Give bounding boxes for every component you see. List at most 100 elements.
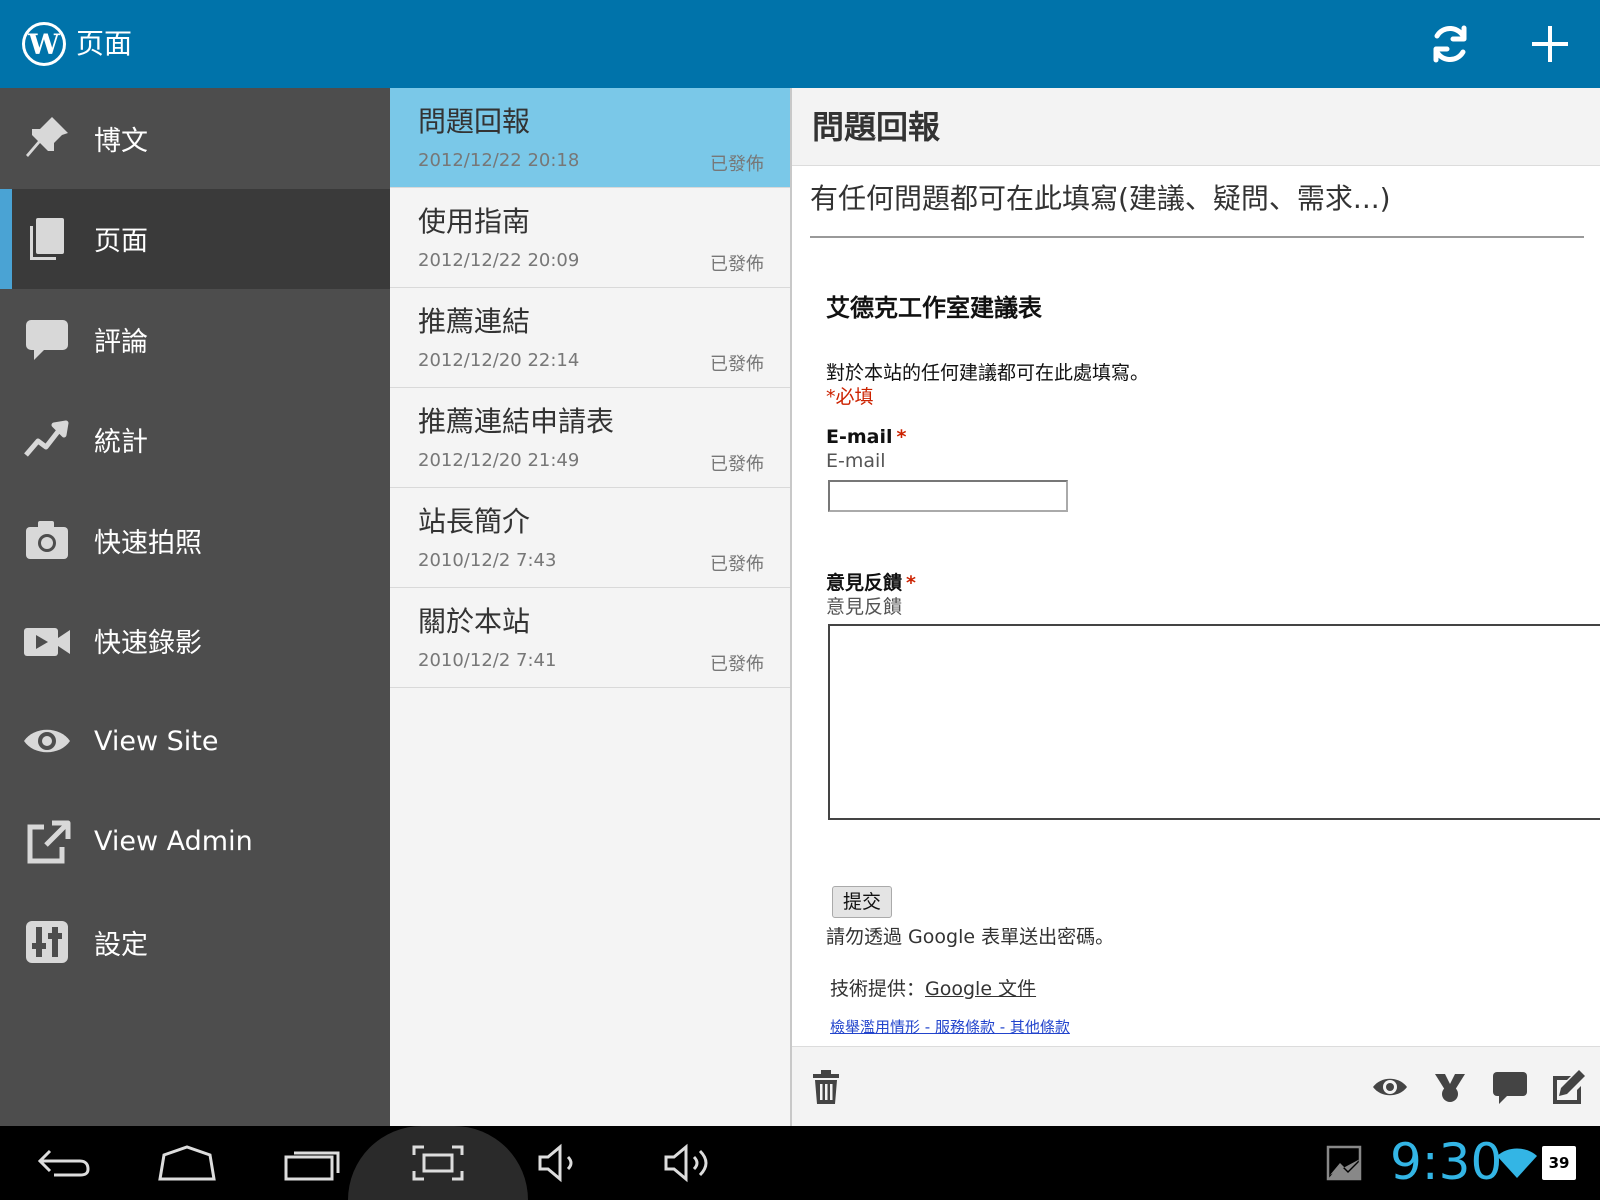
- refresh-button[interactable]: [1424, 18, 1476, 70]
- powered-by: 技術提供：Google 文件: [830, 974, 1036, 1001]
- list-item[interactable]: 問題回報 2012/12/22 20:18 已發佈: [390, 88, 790, 188]
- action-bar-title: 页面: [76, 27, 133, 60]
- google-docs-link[interactable]: Google 文件: [925, 978, 1036, 1000]
- page-status: 已發佈: [710, 654, 764, 675]
- home-button[interactable]: [156, 1136, 218, 1190]
- page-status: 已發佈: [710, 454, 764, 475]
- eye-icon: [0, 711, 94, 771]
- sidebar-item-label: 博文: [94, 125, 148, 157]
- page-date: 2010/12/2 7:41: [418, 650, 557, 671]
- page-title-text: 使用指南: [418, 205, 531, 238]
- page-preview: 問題回報 有任何問題都可在此填寫(建議、疑問、需求...) 艾德克工作室建議表 …: [792, 88, 1600, 1126]
- edit-icon: [1553, 1070, 1585, 1104]
- share-button[interactable]: [1426, 1063, 1474, 1111]
- add-page-button[interactable]: [1524, 18, 1576, 70]
- screenshot-icon: [412, 1145, 464, 1181]
- gallery-notification[interactable]: [1326, 1136, 1362, 1190]
- video-icon: [0, 611, 94, 671]
- page-title-text: 問題回報: [418, 105, 531, 138]
- recent-apps-icon: [284, 1151, 340, 1181]
- plus-icon: [1532, 26, 1568, 62]
- feedback-label-text: 意見反饋: [826, 572, 903, 594]
- email-field[interactable]: [828, 480, 1068, 512]
- pin-icon: [0, 108, 94, 168]
- home-icon: [158, 1145, 216, 1181]
- volume-down-button[interactable]: [536, 1136, 582, 1190]
- password-note: 請勿透過 Google 表單送出密碼。: [826, 926, 1115, 948]
- sidebar-item-label: 页面: [94, 226, 148, 258]
- comment-icon: [1493, 1072, 1527, 1104]
- page-date: 2010/12/2 7:43: [418, 550, 557, 571]
- sidebar-item-label: 評論: [94, 326, 148, 358]
- sidebar-item-quick-video[interactable]: 快速錄影: [0, 591, 390, 692]
- sidebar-item-label: View Site: [94, 725, 219, 757]
- preview-title: 問題回報: [812, 108, 941, 146]
- feedback-help: 意見反饋: [826, 596, 903, 618]
- refresh-icon: [1433, 25, 1467, 63]
- list-item[interactable]: 站長簡介 2010/12/2 7:43 已發佈: [390, 488, 790, 588]
- page-status: 已發佈: [710, 154, 764, 175]
- sidebar-item-posts[interactable]: 博文: [0, 88, 390, 189]
- email-label-text: E-mail: [826, 426, 893, 448]
- required-note: *必填: [826, 386, 874, 408]
- sidebar-item-quick-photo[interactable]: 快速拍照: [0, 490, 390, 591]
- required-star: *: [906, 572, 916, 594]
- screenshot-button[interactable]: [410, 1136, 466, 1190]
- sidebar-item-pages[interactable]: 页面: [0, 188, 390, 289]
- recent-apps-button[interactable]: [282, 1136, 344, 1190]
- preview-button[interactable]: [1366, 1063, 1414, 1111]
- preview-toolbar: [792, 1046, 1600, 1126]
- page-date: 2012/12/20 22:14: [418, 350, 580, 371]
- battery-icon: 39: [1542, 1146, 1576, 1180]
- eye-icon: [1373, 1078, 1407, 1096]
- delete-button[interactable]: [802, 1063, 850, 1111]
- email-help: E-mail: [826, 450, 886, 472]
- page-title-text: 推薦連結: [418, 305, 531, 338]
- sidebar-item-label: 設定: [94, 929, 148, 961]
- page-date: 2012/12/22 20:18: [418, 150, 580, 171]
- volume-up-icon: [664, 1143, 708, 1183]
- comment-icon: [0, 309, 94, 369]
- settings-icon: [0, 912, 94, 972]
- feedback-textarea[interactable]: [828, 624, 1600, 820]
- sidebar-item-view-admin[interactable]: View Admin: [0, 792, 390, 893]
- edit-button[interactable]: [1544, 1063, 1592, 1111]
- email-label: E-mail *: [826, 426, 906, 448]
- sidebar-item-comments[interactable]: 評論: [0, 289, 390, 390]
- wifi-status: [1496, 1136, 1538, 1190]
- sidebar-item-stats[interactable]: 統計: [0, 390, 390, 491]
- back-button[interactable]: [34, 1136, 94, 1190]
- page-date: 2012/12/20 21:49: [418, 450, 580, 471]
- comments-button[interactable]: [1486, 1063, 1534, 1111]
- list-item[interactable]: 推薦連結申請表 2012/12/20 21:49 已發佈: [390, 388, 790, 488]
- page-list: 問題回報 2012/12/22 20:18 已發佈 使用指南 2012/12/2…: [390, 88, 792, 1126]
- sidebar-item-label: 統計: [94, 427, 148, 459]
- submit-button[interactable]: 提交: [832, 886, 893, 918]
- list-item[interactable]: 推薦連結 2012/12/20 22:14 已發佈: [390, 288, 790, 388]
- stats-icon: [0, 410, 94, 470]
- preview-description: 有任何問題都可在此填寫(建議、疑問、需求...): [810, 180, 1584, 238]
- sidebar-item-label: 快速錄影: [94, 628, 202, 660]
- page-title-text: 推薦連結申請表: [418, 405, 615, 438]
- page-status: 已發佈: [710, 554, 764, 575]
- footer-links[interactable]: 檢舉濫用情形 - 服務條款 - 其他條款: [830, 1016, 1070, 1037]
- page-title-text: 站長簡介: [418, 505, 531, 538]
- wordpress-logo-icon[interactable]: W: [22, 22, 66, 66]
- share-icon: [1435, 1074, 1465, 1102]
- back-icon: [37, 1149, 90, 1177]
- page-status: 已發佈: [710, 354, 764, 375]
- sidebar-item-label: 快速拍照: [94, 527, 202, 559]
- volume-up-button[interactable]: [662, 1136, 714, 1190]
- status-clock: 9:30: [1390, 1133, 1503, 1191]
- page-title-text: 關於本站: [418, 605, 531, 638]
- pages-icon: [0, 209, 94, 269]
- volume-down-icon: [538, 1143, 573, 1183]
- sidebar-item-settings[interactable]: 設定: [0, 892, 390, 993]
- feedback-label: 意見反饋 *: [826, 568, 916, 595]
- action-bar: W 页面: [0, 0, 1600, 88]
- list-item[interactable]: 關於本站 2010/12/2 7:41 已發佈: [390, 588, 790, 688]
- list-item[interactable]: 使用指南 2012/12/22 20:09 已發佈: [390, 188, 790, 288]
- sidebar-item-view-site[interactable]: View Site: [0, 691, 390, 792]
- sidebar-item-label: View Admin: [94, 826, 253, 858]
- form-title: 艾德克工作室建議表: [826, 294, 1042, 322]
